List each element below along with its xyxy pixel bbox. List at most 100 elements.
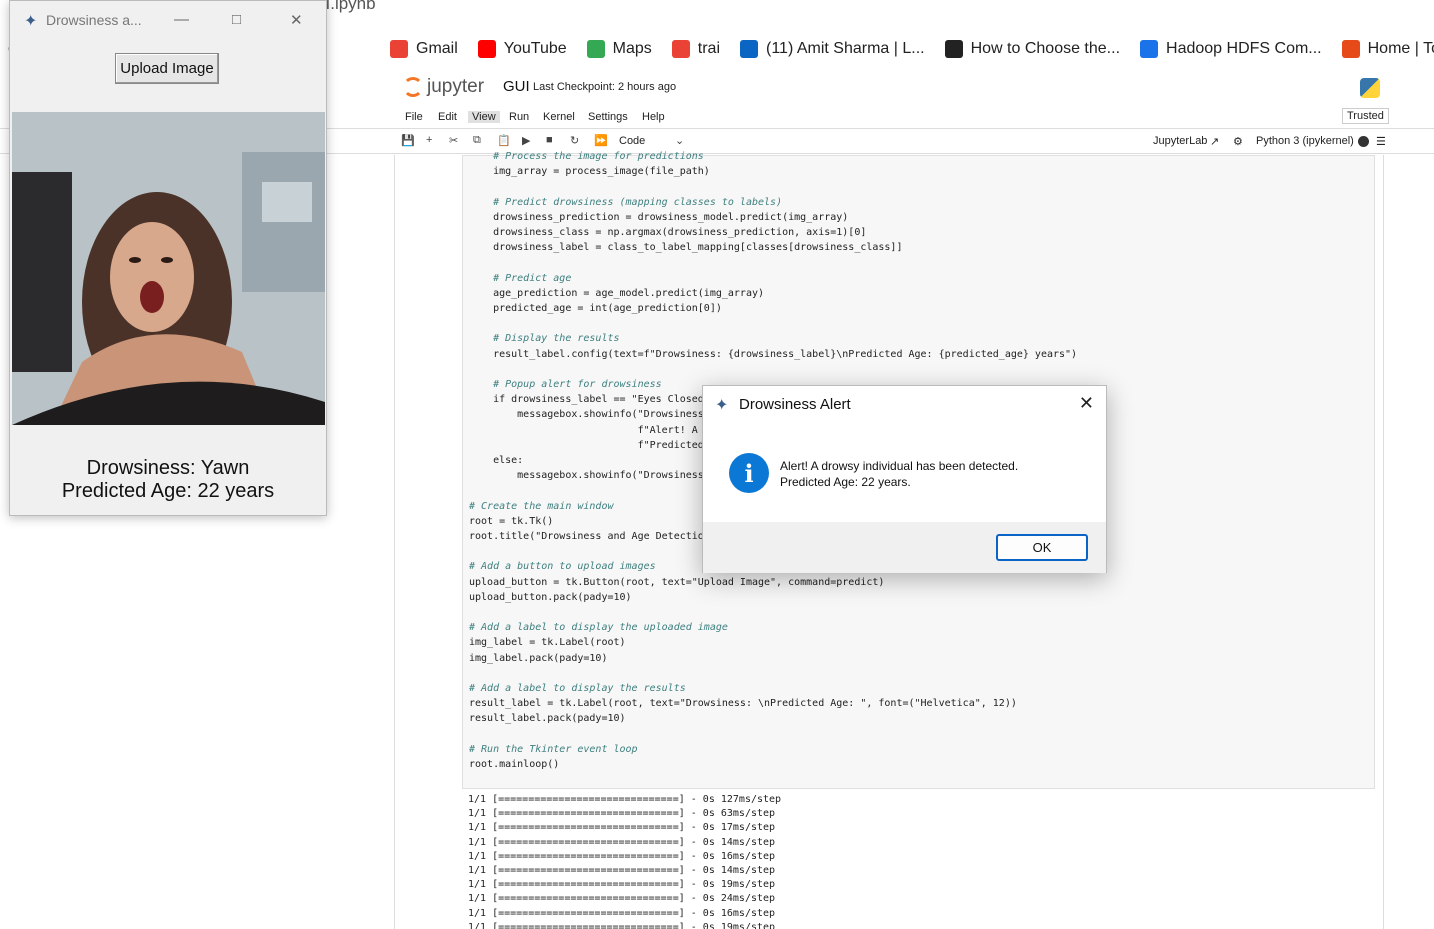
maps-icon [586,40,605,58]
alert-message-line: Alert! A drowsy individual has been dete… [780,459,1019,473]
bookmark-item[interactable]: Hadoop HDFS Com... [1140,40,1322,58]
bookmark-item[interactable]: How to Choose the... [944,40,1121,58]
code-line: age_prediction = age_model.predict(img_a… [469,287,765,299]
code-line: img_label.pack(pady=10) [469,652,608,664]
tk-titlebar[interactable]: ✦ Drowsiness a... — □ ✕ [10,1,326,41]
tk-app-window: ✦ Drowsiness a... — □ ✕ Upload Image Dro… [9,0,327,516]
bookmark-label: How to Choose the... [970,40,1121,57]
maximize-icon[interactable]: □ [232,11,241,28]
code-line: # Run the Tkinter event loop [469,743,638,755]
code-line: result_label.pack(pady=10) [469,713,626,725]
menu-help[interactable]: Help [638,111,669,123]
output-line: 1/1 [==============================] - 0… [468,893,776,905]
output-line: 1/1 [==============================] - 0… [468,907,776,919]
code-line: # Popup alert for drowsiness [469,379,662,390]
bookmark-item[interactable]: YouTube [477,40,567,58]
code-line: # Predict drowsiness (mapping classes to… [469,196,783,208]
kernel-status-indicator [1358,136,1369,147]
bookmark-item[interactable]: (11) Amit Sharma | L... [740,40,925,58]
uploaded-photo [12,112,325,425]
result-label: Drowsiness: Yawn Predicted Age: 22 years [10,457,326,503]
jupyter-logo[interactable]: jupyter [403,76,484,98]
gmail-icon [390,40,408,58]
chevron-down-icon[interactable]: ⌄ [675,134,684,147]
menu-icon[interactable]: ☰ [1376,135,1386,148]
minimize-icon[interactable]: — [174,11,189,28]
code-line: root.title("Drowsiness and Age Detectio [469,531,704,542]
menu-kernel[interactable]: Kernel [539,111,579,123]
code-line: # Add a label to display the uploaded im… [469,622,728,634]
menu-edit[interactable]: Edit [434,111,461,123]
kernel-name[interactable]: Python 3 (ipykernel) [1256,135,1354,147]
linkedin-icon [740,40,759,58]
bookmark-item[interactable]: Gmail [390,40,458,58]
code-line: if drowsiness_label == "Eyes Closed [469,394,704,406]
upload-image-button[interactable]: Upload Image [115,53,219,84]
topper-icon [1341,40,1360,58]
code-line: drowsiness_prediction = drowsiness_model… [469,211,849,223]
bookmark-label: Gmail [416,40,458,57]
hadoop-icon [1140,40,1159,58]
drowsiness-result: Drowsiness: Yawn [86,457,250,479]
output-line: 1/1 [==============================] - 0… [468,865,776,876]
menu-file[interactable]: File [401,111,427,123]
code-line: # Process the image for predictions [469,151,704,162]
notebook-name[interactable]: GUI [503,78,530,95]
cell-type-select[interactable]: Code [619,135,645,147]
code-line: else: [469,455,524,466]
code-line: # Display the results [469,333,620,345]
photo-illustration [12,112,325,425]
menu-run[interactable]: Run [505,111,533,123]
bookmark-label: YouTube [503,40,567,57]
gear-icon[interactable]: ⚙ [1233,135,1243,148]
cut-icon[interactable]: ✂ [449,134,458,147]
external-link-icon: ↗ [1210,136,1220,148]
ok-button[interactable]: OK [996,534,1088,561]
fast-forward-icon[interactable]: ⏩ [594,134,608,147]
restart-icon[interactable]: ↻ [570,134,579,147]
paste-icon[interactable]: 📋 [497,134,511,147]
cell-output: 1/1 [==============================] - 0… [462,792,1375,929]
close-icon[interactable]: ✕ [1079,393,1094,414]
run-icon[interactable]: ▶ [522,134,530,147]
code-line: f"Predicted [469,439,704,451]
bookmark-item[interactable]: Maps [586,40,652,58]
output-line: 1/1 [==============================] - 0… [468,822,776,834]
bookmark-label: Hadoop HDFS Com... [1166,40,1322,57]
menu-settings[interactable]: Settings [584,111,632,123]
close-icon[interactable]: ✕ [290,11,303,29]
gmail-icon [671,40,690,58]
jupyterlab-link[interactable]: JupyterLab [1153,135,1207,147]
code-line: messagebox.showinfo("Drowsiness [469,470,704,482]
code-line: upload_button = tk.Button(root, text="Up… [469,576,885,588]
dialog-footer: OK [703,522,1106,573]
bookmark-label: Home | Toppe [1367,40,1434,57]
feather-icon: ✦ [24,13,38,30]
code-line: predicted_age = int(age_prediction[0]) [469,303,722,314]
python-logo-icon [1360,78,1380,98]
stop-icon[interactable]: ■ [546,134,553,146]
jupyter-logo-text: jupyter [427,76,485,97]
age-message-line: Predicted Age: 22 years. [780,475,911,489]
info-icon: i [729,453,769,493]
bookmark-item[interactable]: trai [671,40,720,58]
dialog-titlebar[interactable]: ✦ Drowsiness Alert ✕ [703,386,1106,424]
trusted-badge[interactable]: Trusted [1342,108,1389,124]
bookmark-item[interactable]: Home | Toppe [1341,40,1434,58]
code-line: # Predict age [469,272,572,284]
copy-icon[interactable]: ⧉ [473,134,481,147]
menu-view[interactable]: View [468,111,500,123]
feather-icon: ✦ [715,397,729,414]
code-line: result_label.config(text=f"Drowsiness: {… [469,348,1078,360]
last-checkpoint: Last Checkpoint: 2 hours ago [533,81,677,93]
output-line: 1/1 [==============================] - 0… [468,794,782,805]
code-line: messagebox.showinfo("Drowsiness [469,409,704,421]
add-cell-icon[interactable]: + [426,134,432,146]
output-line: 1/1 [==============================] - 0… [468,921,776,929]
code-line: drowsiness_class = np.argmax(drowsiness_… [469,227,867,238]
code-line: root = tk.Tk() [469,515,554,527]
output-line: 1/1 [==============================] - 0… [468,836,776,848]
bookmark-label: Maps [612,40,652,57]
output-line: 1/1 [==============================] - 0… [468,879,776,891]
save-icon[interactable]: 💾 [401,134,415,147]
